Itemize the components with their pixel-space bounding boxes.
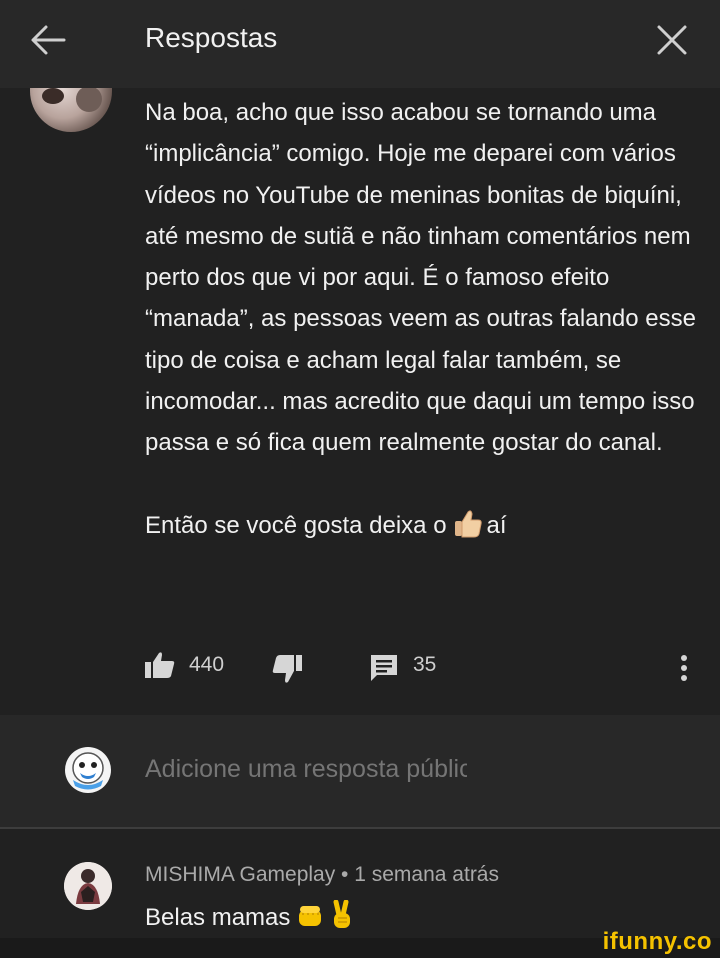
like-count: 440 (189, 653, 225, 676)
divider (0, 827, 720, 829)
comment-paragraph-1: Na boa, acho que isso acabou se tornando… (145, 99, 696, 457)
like-icon[interactable] (145, 651, 175, 679)
arrow-left-icon[interactable] (30, 24, 66, 56)
user-avatar (65, 747, 111, 793)
reply-count: 35 (413, 653, 437, 676)
reply-author-meta: MISHIMA Gameplay • 1 semana atrás (145, 863, 499, 886)
ifunny-watermark: ifunny.co (602, 928, 712, 955)
victory-hand-emoji-icon (330, 899, 354, 937)
comment-paragraph-2: Então se você gosta deixa o aí (145, 505, 700, 552)
comment-actions: 440 35 (0, 640, 720, 690)
comment-paragraph-2-end: aí (486, 511, 507, 539)
app-header: Respostas (0, 0, 720, 88)
reply-composer (0, 715, 720, 827)
comment-paragraph-2-start: Então se você gosta deixa o (145, 511, 447, 539)
reply-comment-icon[interactable] (370, 654, 398, 682)
dislike-icon[interactable] (272, 654, 302, 684)
fist-emoji-icon (296, 902, 324, 937)
close-icon[interactable] (656, 24, 688, 56)
thumbs-up-emoji-icon (451, 507, 483, 552)
more-options-icon[interactable] (680, 654, 688, 682)
reply-text-content: Belas mamas (145, 904, 291, 931)
reply-input[interactable] (145, 755, 467, 784)
reply-author-avatar-image (64, 862, 112, 910)
reply-author-avatar[interactable] (64, 862, 112, 910)
reply-text: Belas mamas (145, 899, 354, 937)
comment-body: Na boa, acho que isso acabou se tornando… (145, 92, 700, 552)
page-title: Respostas (145, 22, 278, 53)
